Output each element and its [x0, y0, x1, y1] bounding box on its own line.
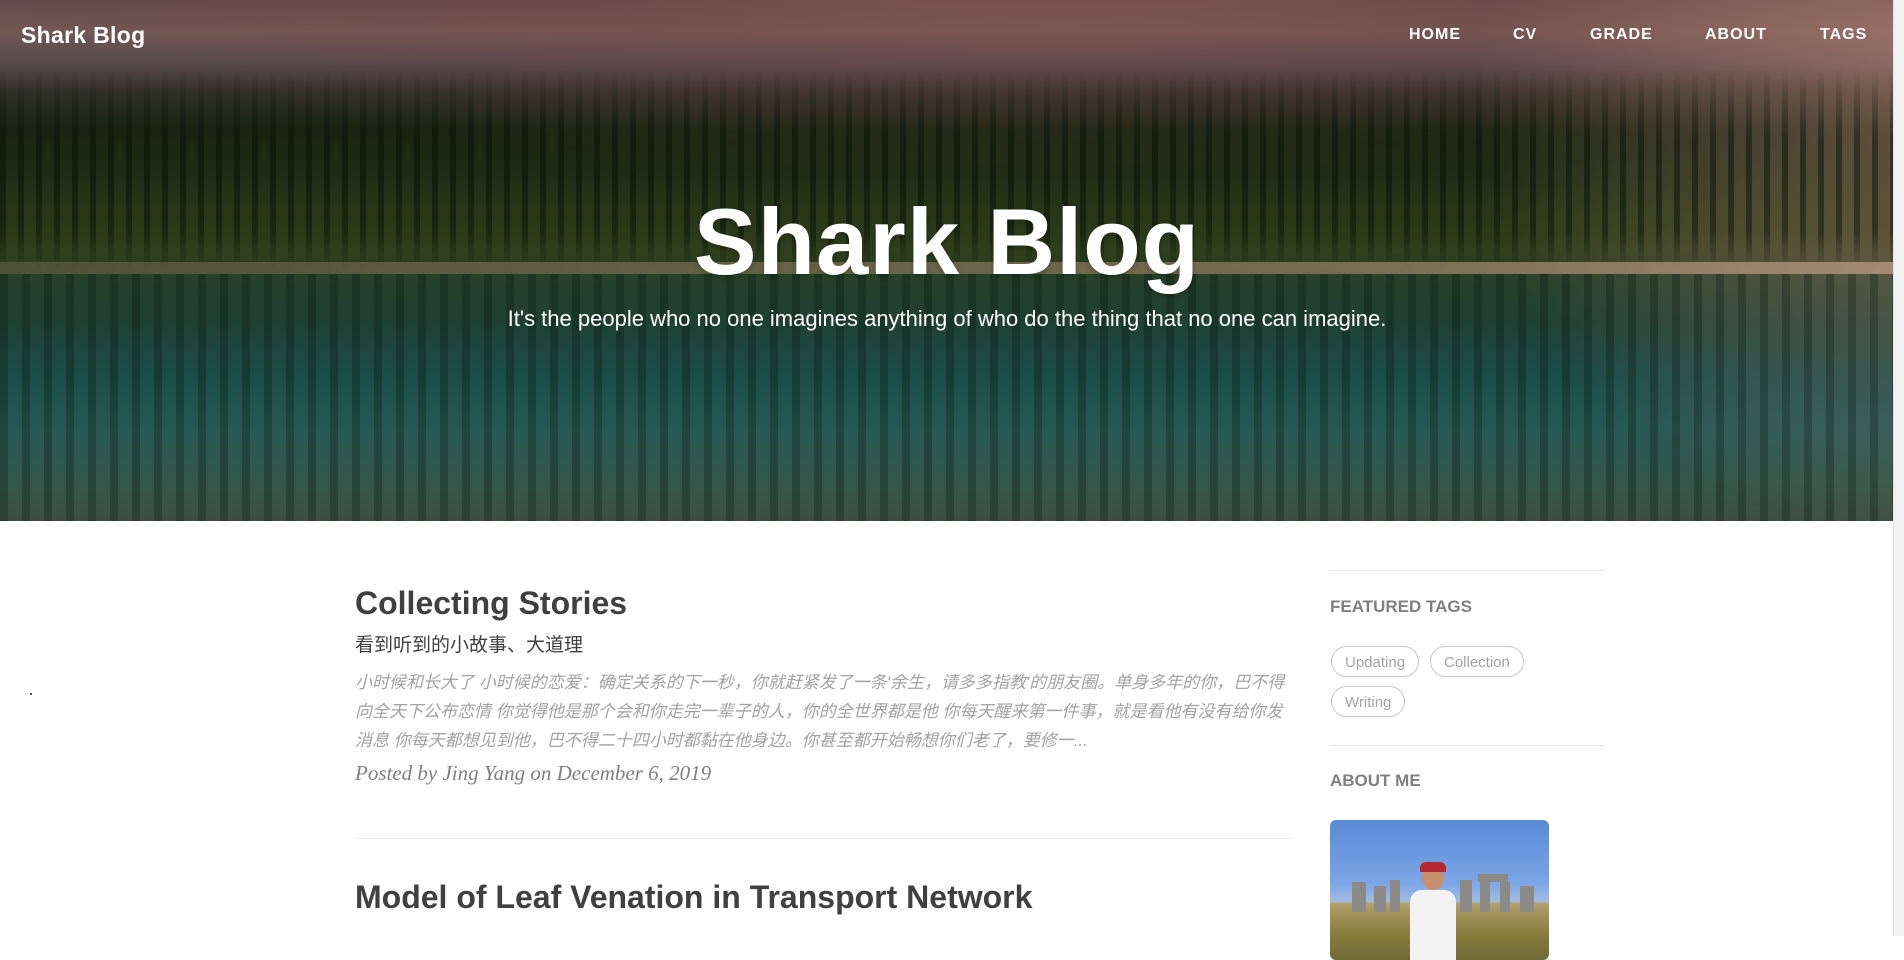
hero-header: Shark Blog HOME CV GRADE ABOUT TAGS Shar… — [0, 0, 1894, 521]
sidebar-divider — [1330, 745, 1604, 746]
post-link[interactable]: Model of Leaf Venation in Transport Netw… — [355, 876, 1293, 918]
post-title[interactable]: Collecting Stories — [355, 582, 1293, 624]
tag-updating[interactable]: Updating — [1331, 646, 1420, 677]
post-meta: Posted by Jing Yang on December 6, 2019 — [355, 761, 712, 785]
nav-about[interactable]: ABOUT — [1705, 26, 1767, 44]
post-divider — [355, 838, 1293, 839]
profile-photo — [1330, 820, 1549, 960]
post-excerpt[interactable]: 小时候和长大了 小时候的恋爱：确定关系的下一秒，你就赶紧发了一条'余生，请多多指… — [355, 668, 1293, 755]
about-me-heading: ABOUT ME — [1330, 771, 1421, 790]
post-title[interactable]: Model of Leaf Venation in Transport Netw… — [355, 876, 1293, 918]
nav-cv[interactable]: CV — [1513, 26, 1537, 44]
sidebar-divider — [1330, 570, 1604, 571]
featured-tags-heading: FEATURED TAGS — [1330, 597, 1472, 616]
nav-tags[interactable]: TAGS — [1820, 26, 1867, 44]
post-preview: Model of Leaf Venation in Transport Netw… — [355, 876, 1293, 918]
post-link[interactable]: Collecting Stories 看到听到的小故事、大道理 小时候和长大了 … — [355, 582, 1293, 755]
nav-home[interactable]: HOME — [1409, 26, 1461, 44]
hero-subtitle: It's the people who no one imagines anyt… — [507, 306, 1387, 331]
post-subtitle[interactable]: 看到听到的小故事、大道理 — [355, 634, 1293, 658]
page-scrollbar[interactable] — [1893, 0, 1904, 936]
tag-collection[interactable]: Collection — [1430, 646, 1524, 677]
tag-writing[interactable]: Writing — [1331, 686, 1406, 717]
post-preview: Collecting Stories 看到听到的小故事、大道理 小时候和长大了 … — [355, 582, 1293, 786]
nav-grade[interactable]: GRADE — [1590, 26, 1653, 44]
hero-title: Shark Blog — [693, 189, 1201, 294]
brand-link[interactable]: Shark Blog — [21, 22, 145, 49]
